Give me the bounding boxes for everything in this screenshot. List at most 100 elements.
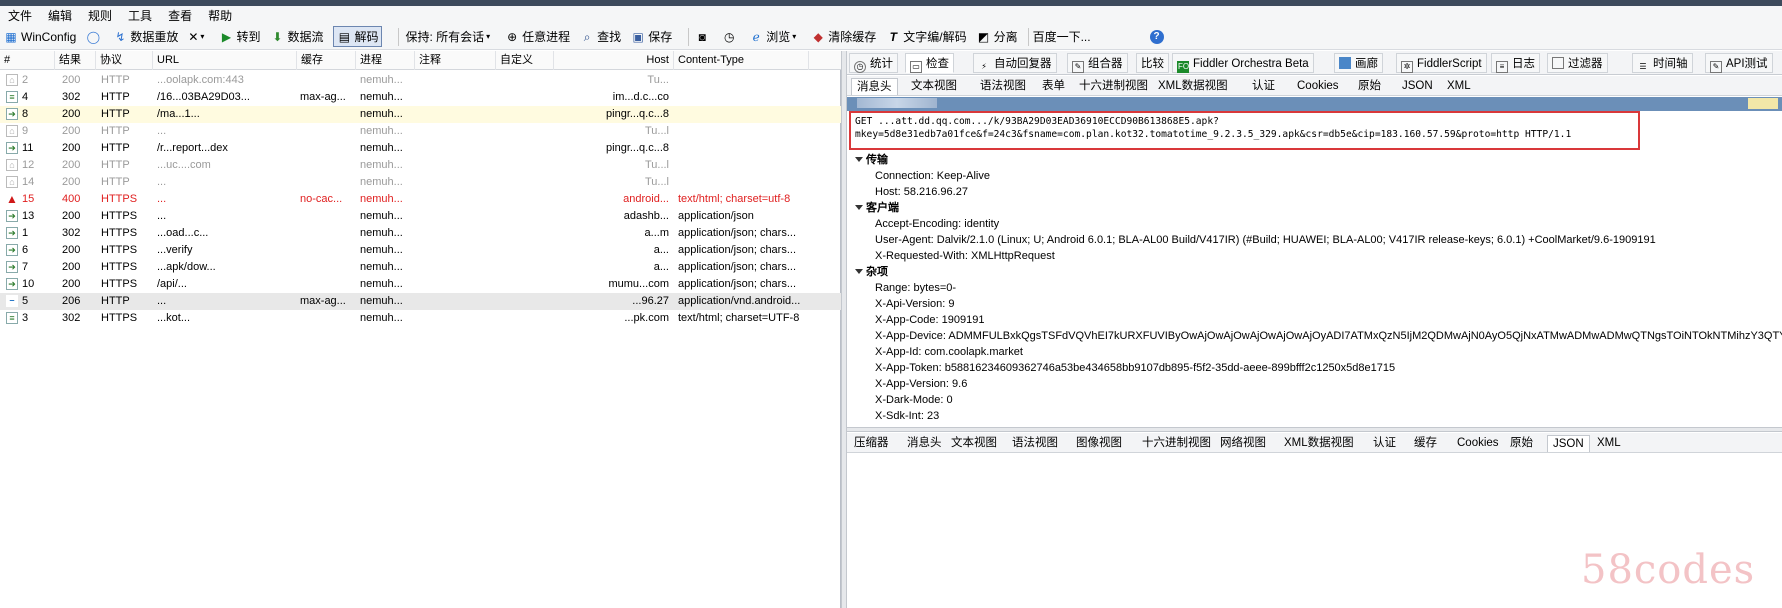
resp-tab-syntaxview[interactable]: 语法视图	[1007, 435, 1063, 452]
column-url[interactable]: URL	[153, 51, 297, 70]
tab-filters[interactable]: 过滤器	[1547, 53, 1608, 73]
resp-tab-cookies[interactable]: Cookies	[1452, 435, 1504, 452]
comment-button[interactable]: ◯	[86, 30, 103, 44]
menu-help[interactable]: 帮助	[208, 7, 232, 24]
remove-button[interactable]: ✕ ▾	[188, 30, 209, 44]
resp-tab-webview[interactable]: 网络视图	[1215, 435, 1271, 452]
go-button[interactable]: ▶ 转到	[219, 28, 261, 45]
resp-tab-transformer[interactable]: 压缩器	[849, 435, 894, 452]
req-tab-raw[interactable]: 原始	[1353, 78, 1386, 95]
tab-log[interactable]: ≡ 日志	[1491, 53, 1540, 73]
resp-tab-xmlview[interactable]: XML数据视图	[1279, 435, 1359, 452]
tab-autoresponder[interactable]: ⚡ 自动回复器	[973, 53, 1057, 73]
req-tab-headers[interactable]: 消息头	[851, 78, 898, 95]
column-content-type[interactable]: Content-Type	[674, 51, 809, 70]
req-tab-syntaxview[interactable]: 语法视图	[975, 78, 1031, 95]
header-group-client[interactable]: 客户端	[853, 200, 1778, 216]
text-encode-button[interactable]: T 文字编/解码	[886, 28, 967, 45]
header-group-transport[interactable]: 传输	[853, 152, 1778, 168]
req-tab-xml[interactable]: XML	[1442, 78, 1476, 95]
column-host[interactable]: Host	[554, 51, 674, 70]
resp-tab-headers[interactable]: 消息头	[902, 435, 947, 452]
session-row[interactable]: ➔ 10 200 HTTPS/api/... nemuh... mumu...com app…	[0, 276, 841, 293]
tearoff-button[interactable]: ◩ 分离	[977, 28, 1018, 45]
req-tab-hexview[interactable]: 十六进制视图	[1074, 78, 1153, 95]
session-proto: HTTP	[101, 159, 130, 171]
column-id[interactable]: #	[0, 51, 55, 70]
decode-button[interactable]: ▤ 解码	[333, 26, 383, 47]
column-protocol[interactable]: 协议	[96, 51, 153, 70]
clear-cache-button[interactable]: ◆ 清除缓存	[811, 28, 877, 45]
stream-button[interactable]: ⬇ 数据流	[270, 28, 323, 45]
browse-button[interactable]: ℯ 浏览 ▾	[749, 28, 801, 45]
header-group-misc[interactable]: 杂项	[853, 264, 1778, 280]
resp-tab-xml[interactable]: XML	[1592, 435, 1626, 452]
resp-tab-raw[interactable]: 原始	[1505, 435, 1538, 452]
menu-edit[interactable]: 编辑	[48, 7, 72, 24]
resp-tab-hexview[interactable]: 十六进制视图	[1137, 435, 1216, 452]
find-button[interactable]: ⌕ 查找	[580, 28, 621, 45]
req-tab-json[interactable]: JSON	[1397, 78, 1438, 95]
tab-inspectors[interactable]: ▭ 检查	[905, 53, 954, 73]
session-row[interactable]: ➔ 1 302 HTTPS ...oad...c... nemuh... a...m appl…	[0, 225, 841, 242]
timer-button[interactable]: ◷	[722, 30, 739, 44]
menu-view[interactable]: 查看	[168, 7, 192, 24]
session-row[interactable]: ≡ 4 302 HTTP/16...03BA29D03... max-ag... nemu…	[0, 89, 841, 106]
any-process-button[interactable]: ⊕ 任意进程	[505, 28, 570, 45]
banner-link-redacted[interactable]	[1748, 98, 1778, 109]
session-cache: max-ag...	[300, 295, 346, 307]
session-row[interactable]: ≡ 3 302 HTTPS ...kot... nemuh... ...pk.com text…	[0, 310, 841, 327]
screenshot-button[interactable]: ◙	[695, 30, 712, 44]
tab-orchestra[interactable]: FO Fiddler Orchestra Beta	[1172, 53, 1314, 73]
resp-tab-auth[interactable]: 认证	[1368, 435, 1401, 452]
req-tab-auth[interactable]: 认证	[1247, 78, 1280, 95]
quickexec-search-input[interactable]: 百度一下...	[1027, 27, 1132, 46]
keep-sessions-dropdown[interactable]: 保持: 所有会话 ▾	[405, 28, 495, 45]
tab-composer[interactable]: ✎ 组合器	[1067, 53, 1128, 73]
session-row[interactable]: ➔ 11 200 HTTP/r...report...dex nemuh... pingr…	[0, 140, 841, 157]
tab-statistics[interactable]: ◷ 统计	[849, 53, 898, 73]
help-icon[interactable]: ?	[1149, 29, 1164, 44]
session-icon-cell: ⌂	[6, 123, 18, 140]
header-item: Accept-Encoding: identity	[875, 218, 1000, 230]
resp-tab-imageview[interactable]: 图像视图	[1071, 435, 1127, 452]
tab-timeline[interactable]: ☰ 时间轴	[1632, 53, 1693, 73]
session-row[interactable]: ⌂ 12 200 HTTP ...uc....com nemuh... Tu...l	[0, 157, 841, 174]
tab-compare[interactable]: 比较	[1136, 53, 1169, 73]
replay-button[interactable]: ↯ 数据重放	[113, 28, 178, 45]
menu-tools[interactable]: 工具	[128, 7, 152, 24]
session-row[interactable]: ➔ 7 200 HTTPS ...apk/dow... nemuh... a... appli…	[0, 259, 841, 276]
horizontal-splitter[interactable]	[847, 427, 1782, 432]
resp-tab-textview[interactable]: 文本视图	[946, 435, 1002, 452]
session-row[interactable]: –5 206 HTTP... max-ag... nemuh... ...96.27 app…	[0, 293, 841, 310]
save-button[interactable]: ▣ 保存	[631, 28, 673, 45]
column-comments[interactable]: 注释	[415, 51, 496, 70]
column-caching[interactable]: 缓存	[297, 51, 356, 70]
tab-gallery[interactable]: 画廊	[1334, 53, 1383, 73]
req-tab-xmlview[interactable]: XML数据视图	[1153, 78, 1233, 95]
session-row[interactable]: ▲ 15 400 HTTPS... no-cac... nemuh... android..…	[0, 191, 841, 208]
doc-icon: ≡	[6, 312, 18, 325]
menu-file[interactable]: 文件	[8, 7, 32, 24]
session-row[interactable]: ➔ 6 200 HTTPS ...verify nemuh... a... applicati…	[0, 242, 841, 259]
session-result: 200	[62, 278, 81, 290]
column-custom[interactable]: 自定义	[496, 51, 554, 70]
session-row[interactable]: ➔ 8 200 HTTP/ma...1... nemuh... pingr...q.c..…	[0, 106, 841, 123]
session-row[interactable]: ⌂ 9 200 HTTP... nemuh... Tu...l	[0, 123, 841, 140]
req-tab-webforms[interactable]: 表单	[1037, 78, 1070, 95]
tab-fiddlerscript[interactable]: ✲ FiddlerScript	[1396, 53, 1487, 73]
resp-tab-json[interactable]: JSON	[1547, 435, 1590, 452]
req-tab-cookies[interactable]: Cookies	[1292, 78, 1344, 95]
menu-rules[interactable]: 规则	[88, 7, 112, 24]
session-ctype: text/html; charset=UTF-8	[678, 312, 800, 324]
session-row[interactable]: ➔ 13 200 HTTPS... nemuh... adashb... applicati…	[0, 208, 841, 225]
column-result[interactable]: 结果	[55, 51, 96, 70]
req-tab-textview[interactable]: 文本视图	[906, 78, 962, 95]
tab-apitest[interactable]: ✎ API测试	[1705, 53, 1773, 73]
winconfig-button[interactable]: ▦ WinConfig	[4, 30, 76, 44]
resp-tab-caching[interactable]: 缓存	[1409, 435, 1442, 452]
session-row[interactable]: ⌂ 2 200 HTTP ...oolapk.com:443 nemuh... Tu...	[0, 72, 841, 89]
session-icon-cell: ➔	[6, 276, 18, 293]
column-process[interactable]: 进程	[356, 51, 415, 70]
session-row[interactable]: ⌂ 14 200 HTTP... nemuh... Tu...l	[0, 174, 841, 191]
